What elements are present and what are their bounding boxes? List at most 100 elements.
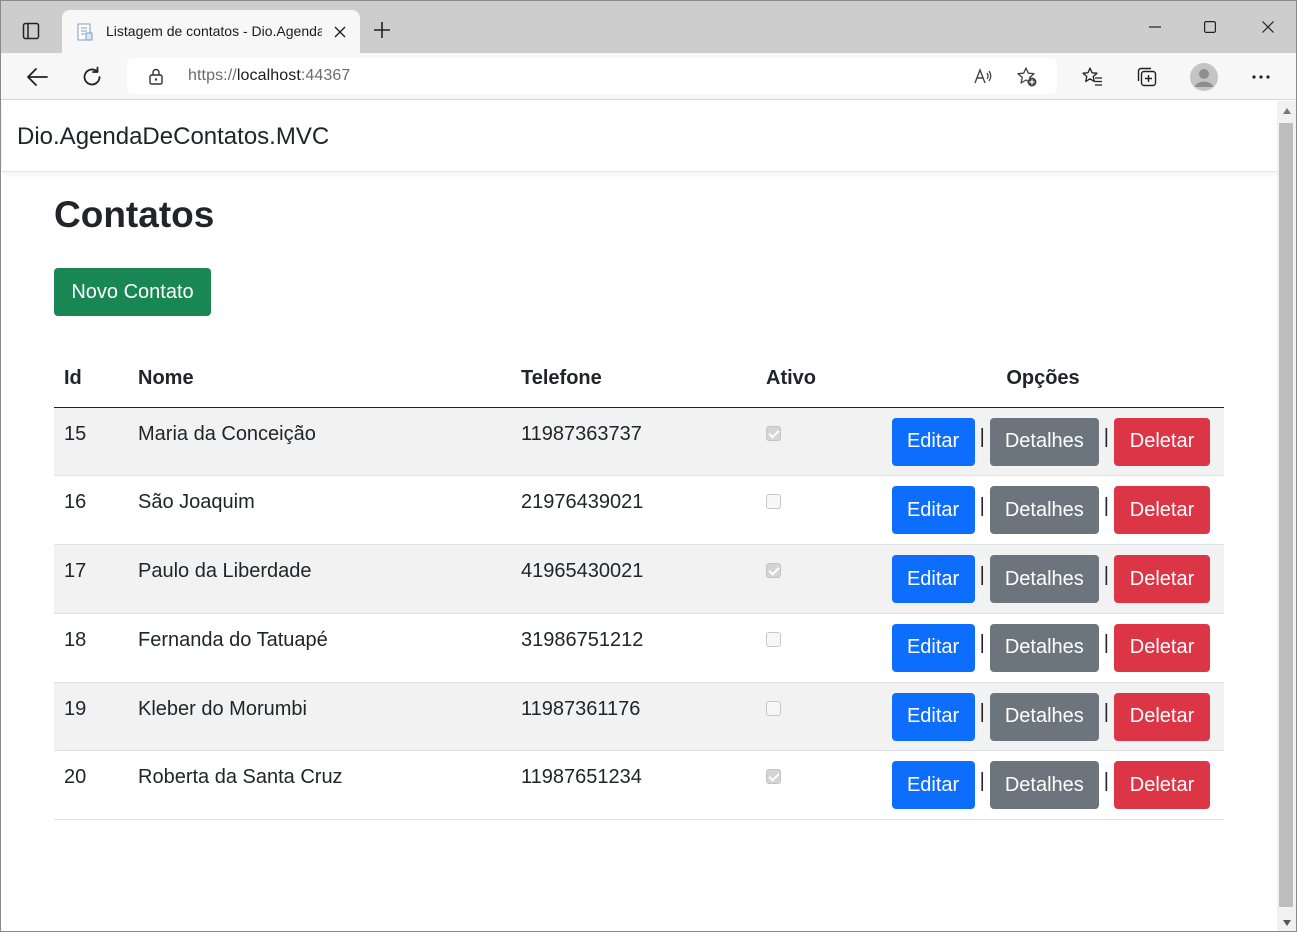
scroll-up-arrow-icon[interactable]: [1277, 101, 1296, 121]
tab-strip: Listagem de contatos - Dio.Agenda: [1, 1, 1296, 53]
details-button[interactable]: Detalhes: [989, 761, 1099, 810]
cell-opcoes: Editar | Detalhes | Deletar: [862, 750, 1224, 821]
add-favorite-icon[interactable]: [1016, 66, 1038, 88]
cell-opcoes: Editar | Detalhes | Deletar: [862, 544, 1224, 614]
separator: |: [1103, 494, 1109, 517]
new-tab-icon[interactable]: [369, 17, 395, 43]
address-bar[interactable]: https://localhost:44367: [127, 58, 1057, 94]
url-scheme: https://: [188, 67, 237, 84]
header-nome: Nome: [128, 351, 511, 408]
cell-nome: Roberta da Santa Cruz: [128, 750, 511, 821]
lock-icon[interactable]: [147, 67, 165, 85]
cell-nome: Maria da Conceição: [128, 407, 511, 477]
separator: |: [979, 632, 985, 655]
close-tab-icon[interactable]: [330, 22, 350, 42]
page-content: Dio.AgendaDeContatos.MVC Contatos Novo C…: [2, 101, 1278, 931]
separator: |: [979, 701, 985, 724]
details-button[interactable]: Detalhes: [989, 692, 1099, 741]
table-row: 20 Roberta da Santa Cruz 11987651234 Editar…: [54, 750, 1224, 821]
refresh-icon[interactable]: [76, 61, 108, 93]
url-text[interactable]: https://localhost:44367: [188, 67, 350, 85]
cell-telefone: 11987651234: [511, 750, 756, 821]
table-row: 15 Maria da Conceição 11987363737 Editar | De…: [54, 407, 1224, 477]
ativo-checkbox: [766, 631, 781, 647]
details-button[interactable]: Detalhes: [989, 623, 1099, 672]
cell-nome: Paulo da Liberdade: [128, 544, 511, 614]
minimize-icon[interactable]: [1132, 11, 1178, 43]
back-arrow-icon[interactable]: [21, 61, 53, 93]
cell-opcoes: Editar | Detalhes | Deletar: [862, 407, 1224, 477]
cell-nome: Kleber do Morumbi: [128, 682, 511, 752]
ativo-checkbox: [766, 425, 781, 441]
cell-ativo: [756, 682, 862, 752]
cell-ativo: [756, 750, 862, 821]
delete-button[interactable]: Deletar: [1114, 623, 1210, 672]
table-row: 16 São Joaquim 21976439021 Editar | Detalhes |…: [54, 475, 1224, 546]
cell-id: 18: [54, 613, 128, 683]
browser-tab[interactable]: Listagem de contatos - Dio.Agenda: [62, 10, 360, 53]
edit-button[interactable]: Editar: [891, 486, 975, 535]
header-opcoes: Opções: [862, 351, 1224, 408]
separator: |: [1103, 701, 1109, 724]
edit-button[interactable]: Editar: [891, 417, 975, 466]
separator: |: [1103, 769, 1109, 792]
edit-button[interactable]: Editar: [891, 761, 975, 810]
page-title: Contatos: [54, 194, 215, 235]
delete-button[interactable]: Deletar: [1114, 486, 1210, 535]
details-button[interactable]: Detalhes: [989, 486, 1099, 535]
cell-opcoes: Editar | Detalhes | Deletar: [862, 475, 1224, 546]
profile-avatar-icon[interactable]: [1188, 61, 1220, 93]
cell-id: 17: [54, 544, 128, 614]
edit-button[interactable]: Editar: [891, 555, 975, 604]
details-button[interactable]: Detalhes: [989, 555, 1099, 604]
cell-telefone: 41965430021: [511, 544, 756, 614]
separator: |: [1103, 426, 1109, 448]
cell-id: 16: [54, 475, 128, 546]
read-aloud-icon[interactable]: [972, 66, 994, 88]
cell-ativo: [756, 613, 862, 683]
cell-ativo: [756, 475, 862, 546]
cell-ativo: [756, 407, 862, 477]
edit-button[interactable]: Editar: [891, 692, 975, 741]
window-close-icon[interactable]: [1245, 11, 1291, 43]
ativo-checkbox: [766, 700, 781, 716]
vertical-scrollbar[interactable]: [1277, 101, 1296, 931]
ativo-checkbox: [766, 563, 781, 579]
table-row: 17 Paulo da Liberdade 41965430021 Editar | De…: [54, 544, 1224, 614]
cell-opcoes: Editar | Detalhes | Deletar: [862, 682, 1224, 752]
edit-button[interactable]: Editar: [891, 623, 975, 672]
cell-nome: São Joaquim: [128, 475, 511, 546]
separator: |: [979, 563, 985, 586]
site-navbar: Dio.AgendaDeContatos.MVC: [2, 101, 1278, 172]
scrollbar-thumb[interactable]: [1279, 123, 1293, 907]
delete-button[interactable]: Deletar: [1114, 555, 1210, 604]
table-row: 19 Kleber do Morumbi 11987361176 Editar | Det…: [54, 682, 1224, 752]
collections-icon[interactable]: [1131, 61, 1163, 93]
tab-title: Listagem de contatos - Dio.Agenda: [106, 23, 322, 39]
browser-window: Listagem de contatos - Dio.Agenda https:…: [0, 0, 1297, 932]
maximize-icon[interactable]: [1187, 11, 1233, 43]
ativo-checkbox: [766, 769, 781, 785]
url-port: :44367: [300, 67, 351, 84]
scroll-down-arrow-icon[interactable]: [1277, 913, 1296, 931]
new-contact-button[interactable]: Novo Contato: [54, 268, 211, 316]
header-telefone: Telefone: [511, 351, 756, 408]
cell-telefone: 11987363737: [511, 407, 756, 477]
table-row: 18 Fernanda do Tatuapé 31986751212 Editar | D…: [54, 613, 1224, 683]
cell-nome: Fernanda do Tatuapé: [128, 613, 511, 683]
cell-opcoes: Editar | Detalhes | Deletar: [862, 613, 1224, 683]
navbar-brand-link[interactable]: Dio.AgendaDeContatos.MVC: [17, 123, 329, 151]
cell-telefone: 21976439021: [511, 475, 756, 546]
url-host: localhost: [236, 67, 301, 84]
details-button[interactable]: Detalhes: [989, 417, 1099, 466]
tab-actions-icon[interactable]: [15, 15, 47, 47]
cell-telefone: 11987361176: [511, 682, 756, 752]
separator: |: [979, 494, 985, 517]
separator: |: [1103, 632, 1109, 655]
more-menu-icon[interactable]: [1245, 61, 1277, 93]
delete-button[interactable]: Deletar: [1114, 417, 1210, 466]
delete-button[interactable]: Deletar: [1114, 761, 1210, 810]
delete-button[interactable]: Deletar: [1114, 692, 1210, 741]
favorites-icon[interactable]: [1076, 61, 1108, 93]
browser-toolbar: https://localhost:44367: [1, 53, 1296, 100]
